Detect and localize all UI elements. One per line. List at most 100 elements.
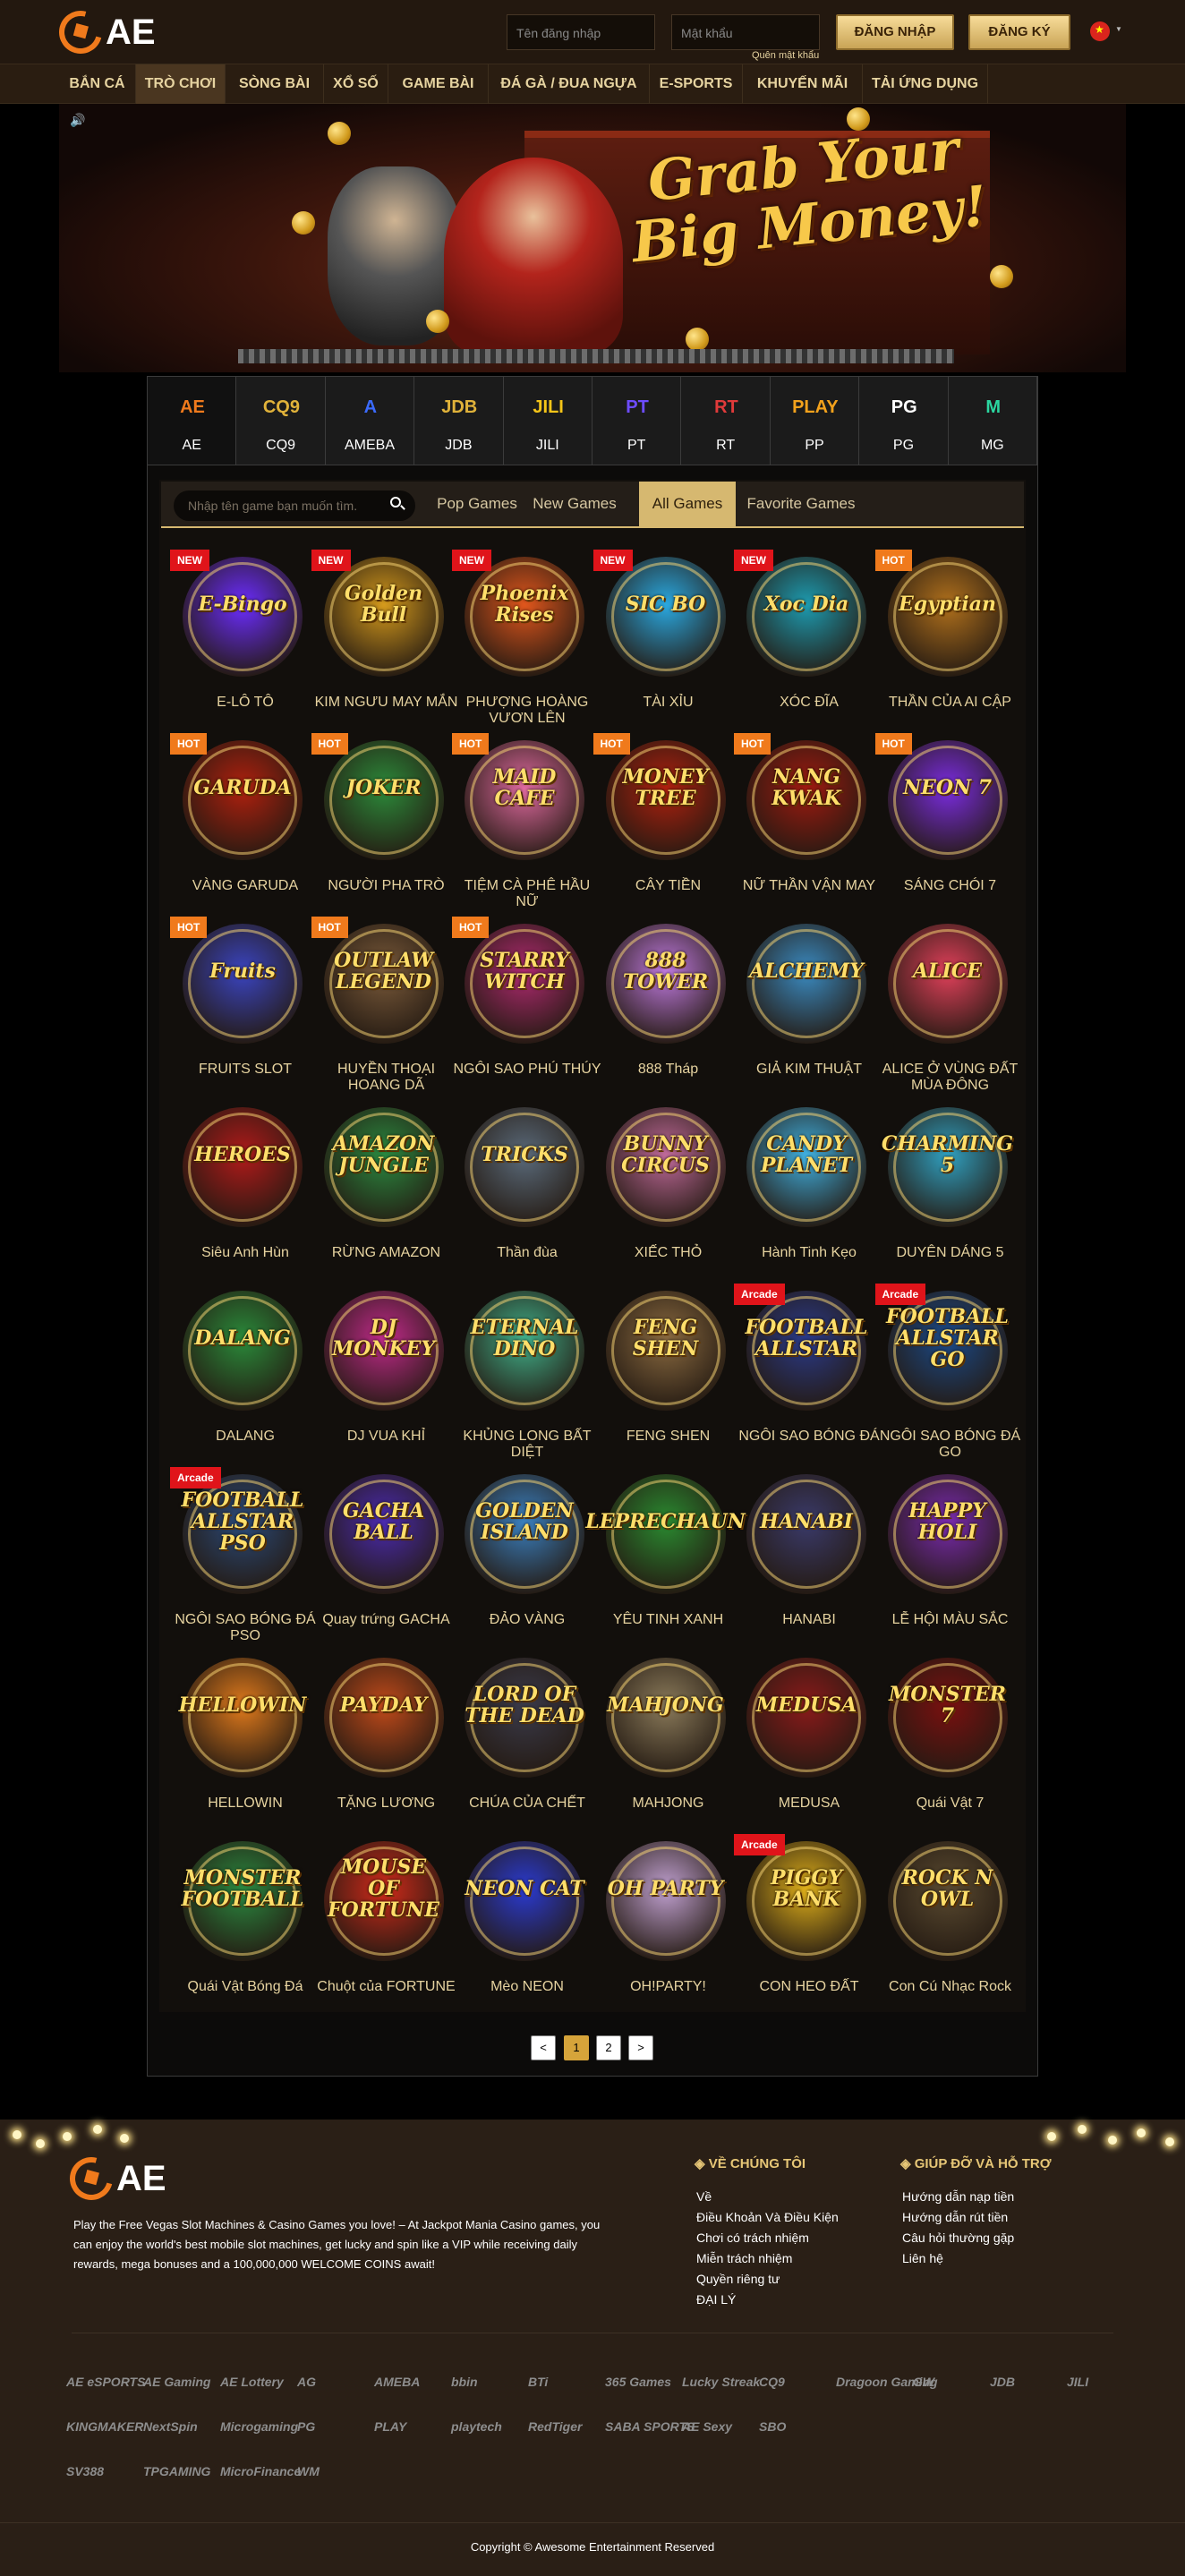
- footer-link-terms[interactable]: Điều Khoản Và Điều Kiện: [696, 2210, 839, 2224]
- footer-link-withdraw[interactable]: Hướng dẫn rút tiền: [902, 2210, 1008, 2224]
- game-card[interactable]: FOOTBALL ALLSTAR Arcade NGÔI SAO BÓNG ĐÁ: [734, 1284, 880, 1467]
- game-card[interactable]: LEPRECHAUN YÊU TINH XANH: [585, 1467, 746, 1651]
- game-card[interactable]: Egyptian HOT THẦN CỦA AI CẬP: [874, 550, 1011, 733]
- nav-item-tro-choi[interactable]: TRÒ CHƠI: [136, 64, 226, 104]
- game-search-input[interactable]: Nhập tên game bạn muốn tìm.: [174, 490, 415, 521]
- pagination-next[interactable]: >: [628, 2035, 653, 2060]
- nav-item-ban-ca[interactable]: BẮN CÁ: [59, 64, 136, 104]
- game-card[interactable]: MAID CAFE HOT TIỆM CÀ PHÊ HẦU NỮ: [452, 733, 590, 917]
- game-card[interactable]: FOOTBALL ALLSTAR GO Arcade NGÔI SAO BÓNG Đ…: [874, 1284, 1020, 1467]
- game-card[interactable]: OH PARTY OH!PARTY!: [593, 1834, 726, 2017]
- username-input[interactable]: Tên đăng nhập: [507, 14, 655, 50]
- tab-pop-games[interactable]: Pop Games: [428, 482, 526, 526]
- game-card[interactable]: OUTLAW LEGEND HOT HUYỀN THOẠI HOANG DÃ: [311, 917, 444, 1100]
- game-card[interactable]: NEON CAT Mèo NEON: [452, 1834, 584, 2017]
- footer-link-responsible[interactable]: Chơi có trách nhiệm: [696, 2231, 809, 2245]
- pagination-page[interactable]: 2: [596, 2035, 621, 2060]
- game-card[interactable]: NEON 7 HOT SÁNG CHÓI 7: [874, 733, 1008, 917]
- nav-item-xo-so[interactable]: XỔ SỐ: [324, 64, 388, 104]
- game-card[interactable]: GACHA BALL Quay trứng GACHA: [311, 1467, 450, 1651]
- game-card[interactable]: CHARMING 5 DUYÊN DÁNG 5: [875, 1100, 1013, 1284]
- game-card[interactable]: ALCHEMY GIẢ KIM THUẬT: [734, 917, 866, 1100]
- game-card[interactable]: PAYDAY TẶNG LƯƠNG: [311, 1651, 444, 1834]
- speaker-icon[interactable]: 🔊: [70, 113, 85, 128]
- provider-tab[interactable]: RT RT: [681, 377, 771, 465]
- game-card[interactable]: MONEY TREE HOT CÂY TIỀN: [592, 733, 726, 917]
- game-card[interactable]: FENG SHEN FENG SHEN: [593, 1284, 726, 1467]
- nav-item-song-bai[interactable]: SÒNG BÀI: [226, 64, 324, 104]
- provider-tab[interactable]: M MG: [948, 377, 1038, 465]
- search-icon[interactable]: [390, 497, 401, 508]
- game-card[interactable]: ROCK N OWL Con Cú Nhạc Rock: [875, 1834, 1011, 2017]
- footer-link-deposit[interactable]: Hướng dẫn nạp tiền: [902, 2189, 1014, 2204]
- game-card[interactable]: DJ MONKEY DJ VUA KHỈ: [311, 1284, 444, 1467]
- nav-item-da-ga[interactable]: ĐÁ GÀ / ĐUA NGỰA: [489, 64, 650, 104]
- footer-link-agent[interactable]: ĐẠI LÝ: [696, 2292, 736, 2307]
- game-card[interactable]: FOOTBALL ALLSTAR PSO Arcade NGÔI SAO BÓNG …: [170, 1467, 316, 1651]
- chevron-down-icon[interactable]: ▼: [1115, 25, 1122, 33]
- game-card[interactable]: Phoenix Rises NEW PHƯỢNG HOÀNG VƯƠN LÊN: [452, 550, 588, 733]
- pagination-page[interactable]: 1: [564, 2035, 589, 2060]
- game-card[interactable]: PIGGY BANK Arcade CON HEO ĐẤT: [734, 1834, 866, 2017]
- game-card[interactable]: 888 TOWER 888 Tháp: [593, 917, 726, 1100]
- nav-item-game-bai[interactable]: GAME BÀI: [388, 64, 489, 104]
- game-card[interactable]: LORD OF THE DEAD CHÚA CỦA CHẾT: [452, 1651, 585, 1834]
- provider-tab[interactable]: PT PT: [592, 377, 682, 465]
- game-card[interactable]: HAPPY HOLI LỄ HỘI MÀU SẮC: [875, 1467, 1008, 1651]
- game-card[interactable]: GARUDA HOT VÀNG GARUDA: [170, 733, 303, 917]
- nav-item-esports[interactable]: E-SPORTS: [650, 64, 743, 104]
- game-card[interactable]: ALICE ALICE Ở VÙNG ĐẤT MÙA ĐÔNG: [875, 917, 1018, 1100]
- provider-tab[interactable]: A AMEBA: [325, 377, 415, 465]
- site-logo[interactable]: AE: [51, 3, 156, 62]
- provider-tab[interactable]: JDB JDB: [414, 377, 504, 465]
- forgot-password-link[interactable]: Quên mật khẩu: [752, 50, 819, 61]
- game-card[interactable]: MAHJONG MAHJONG: [593, 1651, 726, 1834]
- game-card[interactable]: BUNNY CIRCUS XIẾC THỎ: [593, 1100, 726, 1284]
- game-card[interactable]: MONSTER FOOTBALL Quái Vật Bóng Đá: [170, 1834, 303, 2017]
- game-card[interactable]: GOLDEN ISLAND ĐẢO VÀNG: [452, 1467, 584, 1651]
- game-card[interactable]: HELLOWIN HELLOWIN: [170, 1651, 306, 1834]
- provider-tab[interactable]: PLAY PP: [770, 377, 860, 465]
- login-button[interactable]: ĐĂNG NHẬP: [836, 14, 954, 50]
- promo-banner[interactable]: 🔊 Grab Your Big Money!: [59, 104, 1126, 372]
- provider-tab[interactable]: CQ9 CQ9: [236, 377, 326, 465]
- game-card[interactable]: Fruits HOT FRUITS SLOT: [170, 917, 303, 1100]
- provider-tab[interactable]: PG PG: [859, 377, 949, 465]
- provider-tab[interactable]: AE AE: [148, 377, 237, 465]
- game-card[interactable]: Xoc Dia NEW XÓC ĐĨA: [734, 550, 866, 733]
- footer-link-about[interactable]: Về: [696, 2189, 712, 2204]
- game-thumbnail: LEPRECHAUN: [585, 1474, 746, 1594]
- footer-link-contact[interactable]: Liên hệ: [902, 2251, 943, 2265]
- game-card[interactable]: DALANG DALANG: [170, 1284, 303, 1467]
- nav-item-khuyen-mai[interactable]: KHUYẾN MÃI: [743, 64, 863, 104]
- game-card[interactable]: TRICKS Thần đùa: [452, 1100, 584, 1284]
- pagination-prev[interactable]: <: [531, 2035, 556, 2060]
- game-card[interactable]: MONSTER 7 Quái Vật 7: [875, 1651, 1008, 1834]
- game-card[interactable]: CANDY PLANET Hành Tinh Kẹo: [734, 1100, 866, 1284]
- game-card[interactable]: E-Bingo NEW E-LÔ TÔ: [170, 550, 303, 733]
- tab-new-games[interactable]: New Games: [526, 482, 623, 526]
- game-name: NGƯỜI PHA TRÒ: [328, 878, 445, 893]
- game-card[interactable]: NANG KWAK HOT NỮ THẦN VẬN MAY: [734, 733, 875, 917]
- game-card[interactable]: STARRY WITCH HOT NGÔI SAO PHÚ THÚY: [452, 917, 601, 1100]
- provider-tab[interactable]: JILI JILI: [503, 377, 593, 465]
- footer-logo[interactable]: AE: [62, 2149, 166, 2208]
- footer-link-privacy[interactable]: Quyền riêng tư: [696, 2272, 780, 2286]
- game-card[interactable]: AMAZON JUNGLE RỪNG AMAZON: [311, 1100, 444, 1284]
- password-input[interactable]: Mật khẩu: [671, 14, 820, 50]
- game-card[interactable]: JOKER HOT NGƯỜI PHA TRÒ: [311, 733, 445, 917]
- game-card[interactable]: MEDUSA MEDUSA: [734, 1651, 866, 1834]
- nav-item-tai-ung-dung[interactable]: TẢI ỨNG DỤNG: [863, 64, 988, 104]
- footer-link-faq[interactable]: Câu hỏi thường gặp: [902, 2231, 1014, 2245]
- game-card[interactable]: ETERNAL DINO KHỦNG LONG BẤT DIỆT: [452, 1284, 592, 1467]
- game-card[interactable]: MOUSE OF FORTUNE Chuột của FORTUNE: [311, 1834, 456, 2017]
- game-card[interactable]: HANABI HANABI: [734, 1467, 866, 1651]
- tab-favorite-games[interactable]: Favorite Games: [739, 482, 863, 526]
- game-card[interactable]: HEROES Siêu Anh Hùn: [170, 1100, 303, 1284]
- vietnam-flag-icon[interactable]: [1090, 21, 1110, 41]
- game-card[interactable]: Golden Bull NEW KIM NGƯU MAY MẮN: [311, 550, 457, 733]
- game-card[interactable]: SIC BO NEW TÀI XỈU: [592, 550, 726, 733]
- footer-link-disclaimer[interactable]: Miễn trách nhiệm: [696, 2251, 792, 2265]
- register-button[interactable]: ĐĂNG KÝ: [968, 14, 1070, 50]
- tab-all-games[interactable]: All Games: [639, 482, 736, 526]
